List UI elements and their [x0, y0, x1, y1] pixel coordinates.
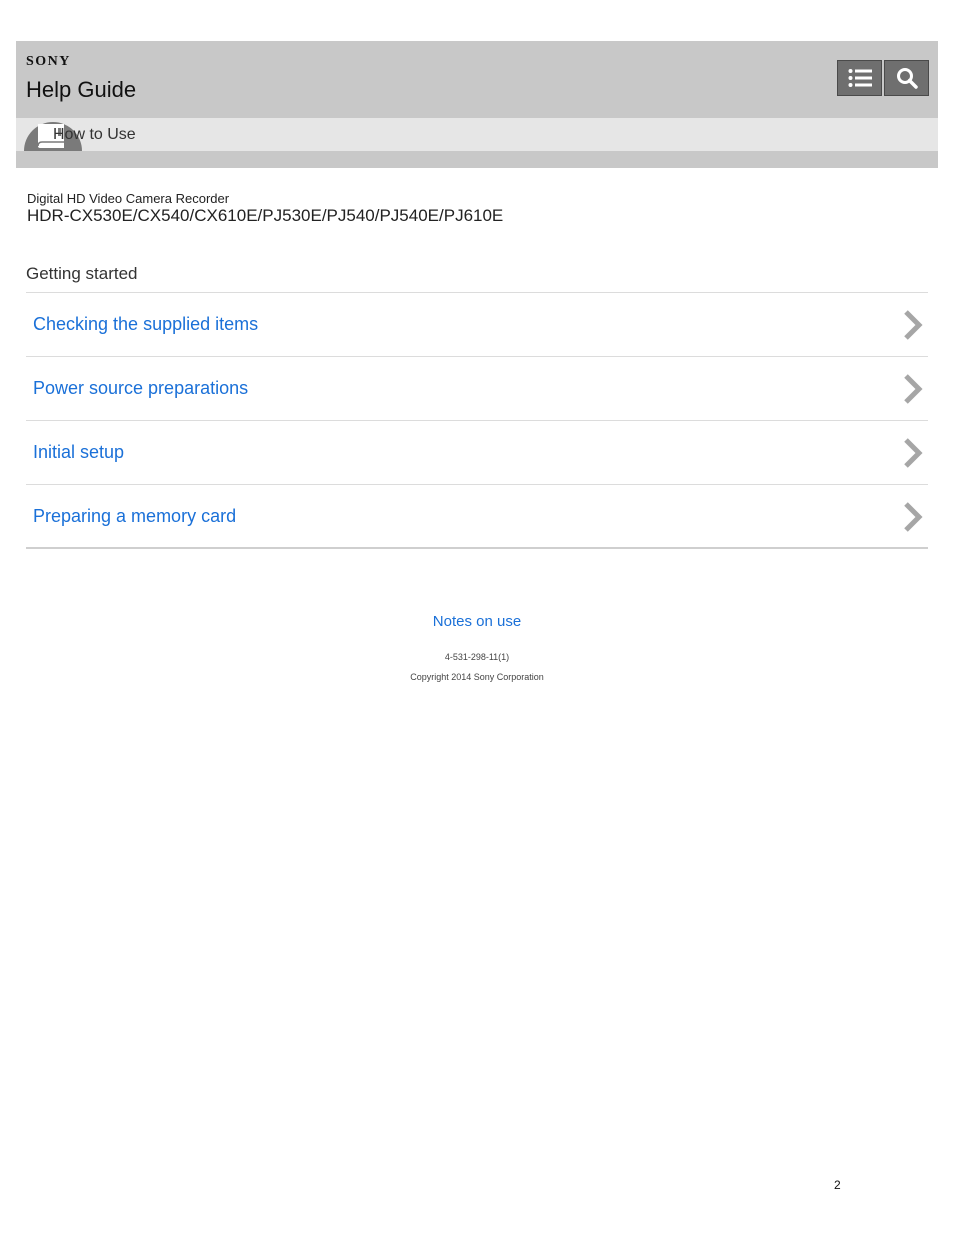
topic-link-supplied-items[interactable]: Checking the supplied items	[33, 314, 258, 335]
notes-on-use-link[interactable]: Notes on use	[0, 613, 954, 630]
list-item[interactable]: Initial setup	[26, 421, 928, 485]
topic-link-initial-setup[interactable]: Initial setup	[33, 442, 124, 463]
search-icon	[896, 68, 918, 89]
search-button[interactable]	[884, 60, 929, 96]
list-item[interactable]: Power source preparations	[26, 357, 928, 421]
table-of-contents-button[interactable]	[837, 60, 882, 96]
chevron-right-icon	[904, 374, 923, 404]
list-item[interactable]: Preparing a memory card	[26, 485, 928, 549]
model-numbers: HDR-CX530E/CX540/CX610E/PJ530E/PJ540/PJ5…	[27, 206, 504, 225]
chevron-right-icon	[904, 438, 923, 468]
topic-link-memory-card[interactable]: Preparing a memory card	[33, 506, 236, 527]
list-item[interactable]: Checking the supplied items	[26, 293, 928, 357]
chevron-right-icon	[904, 502, 923, 532]
brand-logo: SONY	[26, 54, 71, 69]
document-code: 4-531-298-11(1)	[444, 652, 510, 662]
page-number: 2	[834, 1178, 841, 1192]
page-title: Help Guide	[26, 77, 137, 102]
list-icon	[848, 69, 872, 87]
product-type: Digital HD Video Camera Recorder	[27, 191, 230, 206]
section-heading: Getting started	[26, 264, 138, 283]
topic-link-power-source[interactable]: Power source preparations	[33, 378, 248, 399]
category-label: How to Use	[53, 126, 136, 143]
topic-list: Checking the supplied items Power source…	[26, 292, 928, 549]
copyright-text: Copyright 2014 Sony Corporation	[410, 672, 544, 682]
chevron-right-icon	[904, 310, 923, 340]
toolbar	[837, 60, 929, 96]
header-bar: SONY Help Guide How to Use	[16, 41, 938, 168]
category-bar[interactable]: How to Use	[16, 118, 938, 151]
